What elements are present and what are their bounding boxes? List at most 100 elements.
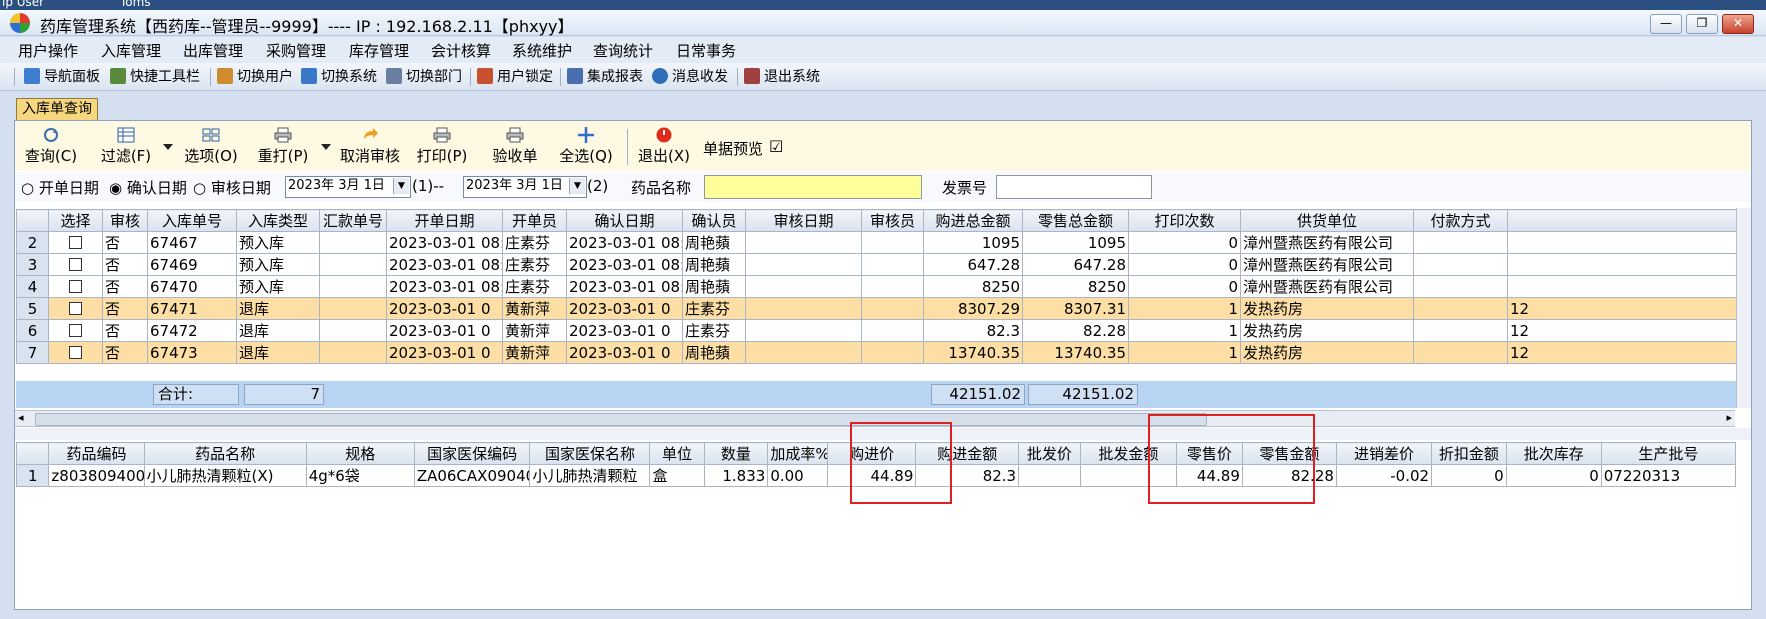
col-header-confirm-date[interactable]: 确认日期 (566, 209, 683, 232)
preview-toggle[interactable]: 单据预览 ☑ (703, 121, 813, 169)
date-from-picker[interactable]: 2023年 3月 1日 ▼ (285, 176, 411, 198)
row-select-checkbox[interactable] (48, 275, 103, 298)
col-header-price-diff[interactable]: 进销差价 (1335, 442, 1433, 465)
switch-department-button[interactable]: 切换部门 (386, 67, 462, 87)
cancel-audit-button[interactable]: 取消审核 (337, 121, 403, 169)
filter-button[interactable]: 过滤(F) (91, 121, 161, 169)
row-select-checkbox[interactable] (48, 297, 103, 320)
col-header-batch-stock[interactable]: 批次库存 (1505, 442, 1602, 465)
col-header-opener[interactable]: 开单员 (502, 209, 567, 232)
options-button[interactable]: 选项(O) (179, 121, 243, 169)
col-header-auditor[interactable]: 审核员 (861, 209, 924, 232)
menu-outbound[interactable]: 出库管理 (183, 40, 243, 61)
row-select-checkbox[interactable] (48, 253, 103, 276)
restore-button[interactable]: ❐ (1686, 14, 1718, 34)
drug-name-input[interactable] (704, 175, 922, 199)
checkbox[interactable] (69, 323, 82, 337)
col-header-discount[interactable]: 折扣金额 (1431, 442, 1507, 465)
menu-inventory[interactable]: 库存管理 (349, 40, 409, 61)
col-header-batch-no[interactable]: 生产批号 (1600, 442, 1737, 465)
col-header-payment[interactable]: 付款方式 (1413, 209, 1508, 232)
row-select-checkbox[interactable] (48, 231, 103, 254)
reprint-dropdown-caret[interactable] (321, 144, 331, 150)
col-header-quantity[interactable]: 数量 (703, 442, 769, 465)
table-row[interactable]: 4 否 67470 预入库 2023-03-01 08: 庄素芬 2023-03-01 08… (16, 275, 1737, 298)
scroll-left-icon[interactable]: ◂ (18, 411, 24, 424)
switch-user-button[interactable]: 切换用户 (217, 67, 293, 87)
chevron-down-icon[interactable]: ▼ (569, 178, 585, 194)
select-all-button[interactable]: 全选(Q) (553, 121, 619, 169)
scroll-right-icon[interactable]: ▸ (1726, 411, 1732, 424)
col-header-select[interactable]: 选择 (48, 209, 103, 232)
invoice-input[interactable] (996, 175, 1152, 199)
checkbox[interactable] (69, 345, 82, 359)
user-lock-button[interactable]: 用户锁定 (477, 67, 553, 87)
close-button[interactable]: ✕ (1722, 14, 1754, 34)
message-button[interactable]: 消息收发 (652, 67, 728, 87)
menu-accounting[interactable]: 会计核算 (431, 40, 491, 61)
col-header-wholesale-price[interactable]: 批发价 (1018, 442, 1081, 465)
col-header-confirmer[interactable]: 确认员 (682, 209, 746, 232)
col-header-supplier[interactable]: 供货单位 (1240, 209, 1414, 232)
col-header-insurance-code[interactable]: 国家医保编码 (413, 442, 531, 465)
col-header-insurance-name[interactable]: 国家医保名称 (529, 442, 651, 465)
report-button[interactable]: 集成报表 (567, 67, 643, 87)
col-header-audit[interactable]: 审核 (102, 209, 148, 232)
reprint-button[interactable]: 重打(P) (251, 121, 315, 169)
col-header-rownum[interactable] (15, 442, 50, 465)
row-select-checkbox[interactable] (48, 319, 103, 342)
checkbox[interactable] (69, 235, 82, 249)
receipt-button[interactable]: 验收单 (485, 121, 545, 169)
radio-audit-date[interactable]: ○ 审核日期 (193, 177, 271, 198)
cell-prints: 1 (1128, 297, 1241, 320)
scroll-thumb[interactable] (35, 413, 1207, 426)
col-header-type[interactable]: 入库类型 (236, 209, 320, 232)
tab-inbound-query[interactable]: 入库单查询 (16, 98, 98, 120)
exit-system-button[interactable]: 退出系统 (744, 67, 820, 87)
col-header-drug-name[interactable]: 药品名称 (143, 442, 307, 465)
radio-confirm-date[interactable]: ◉ 确认日期 (109, 177, 187, 198)
table-row[interactable]: 5 否 67471 退库 2023-03-01 0 黄新萍 2023-03-01 0 庄素芬 8… (16, 297, 1737, 320)
menu-inbound[interactable]: 入库管理 (101, 40, 161, 61)
chevron-down-icon[interactable]: ▼ (393, 178, 409, 194)
taskbar-tab[interactable]: Toms (120, 0, 151, 9)
query-button[interactable]: 查询(C) (20, 121, 82, 169)
col-header-spec[interactable]: 规格 (305, 442, 415, 465)
table-row[interactable]: 7 否 67473 退库 2023-03-01 0 黄新萍 2023-03-01 0 周艳蘋 1… (16, 341, 1737, 364)
checkbox[interactable] (69, 257, 82, 271)
col-header-retail-total[interactable]: 零售总金额 (1022, 209, 1129, 232)
col-header-buy-total[interactable]: 购进总金额 (923, 209, 1023, 232)
exit-button[interactable]: 退出(X) (633, 121, 695, 169)
checkbox[interactable] (69, 301, 82, 315)
quick-toolbar-button[interactable]: 快捷工具栏 (110, 67, 200, 87)
col-header-remit-no[interactable]: 汇款单号 (319, 209, 387, 232)
col-header-order-no[interactable]: 入库单号 (147, 209, 237, 232)
col-header-extra[interactable] (1507, 209, 1737, 232)
col-header-drug-code[interactable]: 药品编码 (48, 442, 145, 465)
col-header-unit[interactable]: 单位 (649, 442, 705, 465)
filter-dropdown-caret[interactable] (163, 144, 173, 150)
checkbox[interactable] (69, 279, 82, 293)
table-row[interactable]: 6 否 67472 退库 2023-03-01 0 黄新萍 2023-03-01 0 庄素芬 8… (16, 319, 1737, 342)
col-header-print-count[interactable]: 打印次数 (1128, 209, 1241, 232)
table-row[interactable]: 2 否 67467 预入库 2023-03-01 08: 庄素芬 2023-03-01 08… (16, 231, 1737, 254)
date-to-picker[interactable]: 2023年 3月 1日 ▼ (463, 176, 587, 198)
print-button[interactable]: 打印(P) (411, 121, 473, 169)
col-header-open-date[interactable]: 开单日期 (386, 209, 503, 232)
nav-panel-button[interactable]: 导航面板 (24, 67, 100, 87)
menu-system[interactable]: 系统维护 (512, 40, 572, 61)
preview-checkbox[interactable]: ☑ (769, 137, 783, 156)
minimize-button[interactable]: — (1650, 14, 1682, 34)
vertical-scrollbar[interactable] (1736, 208, 1751, 408)
row-select-checkbox[interactable] (48, 341, 103, 364)
col-header-rownum[interactable] (16, 209, 49, 232)
col-header-audit-date[interactable]: 审核日期 (745, 209, 862, 232)
table-row[interactable]: 3 否 67469 预入库 2023-03-01 08: 庄素芬 2023-03-01 08… (16, 253, 1737, 276)
menu-user-ops[interactable]: 用户操作 (18, 40, 78, 61)
menu-purchase[interactable]: 采购管理 (266, 40, 326, 61)
col-header-markup[interactable]: 加成率% (767, 442, 828, 465)
switch-system-button[interactable]: 切换系统 (301, 67, 377, 87)
radio-open-date[interactable]: ○ 开单日期 (21, 177, 99, 198)
menu-daily[interactable]: 日常事务 (676, 40, 736, 61)
menu-query-stats[interactable]: 查询统计 (593, 40, 653, 61)
